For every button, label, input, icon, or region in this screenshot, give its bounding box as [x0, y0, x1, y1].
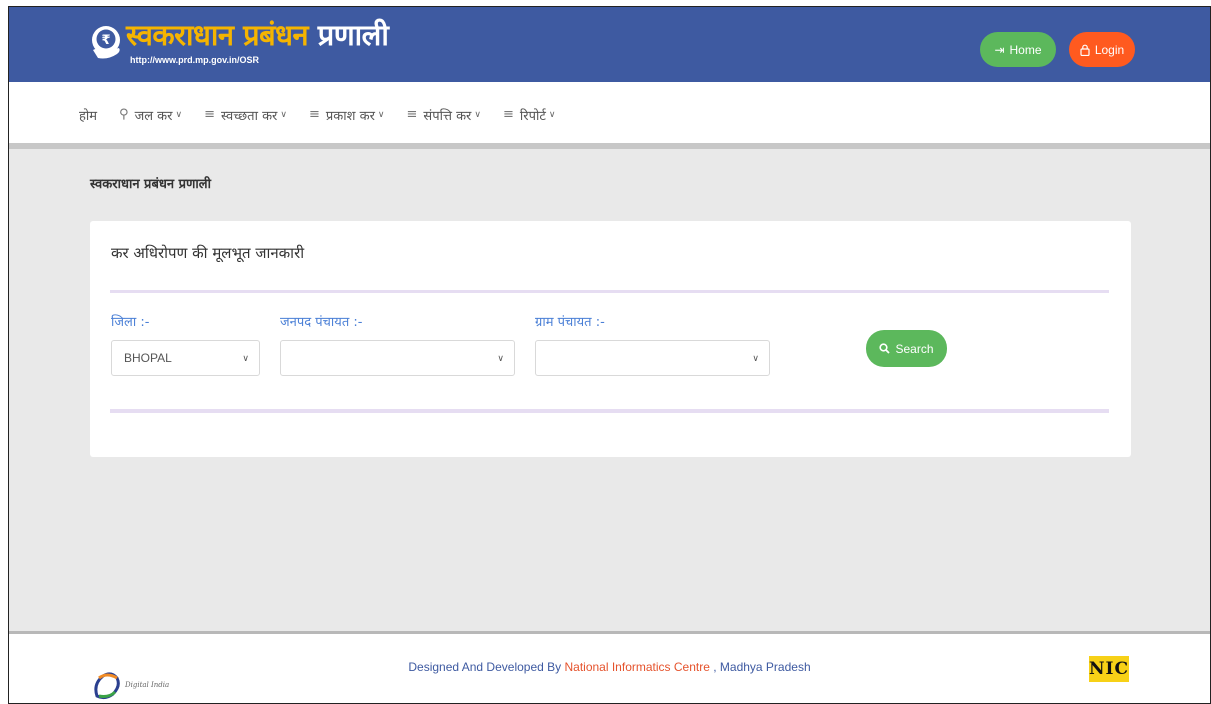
- nav-item-report[interactable]: ≡ रिपोर्ट ∨: [503, 106, 556, 124]
- site-title-part1: स्वकराधान प्रबंधन: [126, 18, 309, 52]
- chevron-down-icon: ∨: [242, 352, 249, 363]
- site-url: http://www.prd.mp.gov.in/OSR: [130, 55, 259, 65]
- footer-credit-prefix: Designed And Developed By: [408, 660, 565, 674]
- sign-in-arrow-icon: ⇥: [994, 42, 1005, 57]
- search-button-label: Search: [895, 341, 934, 356]
- card-divider-bottom: [110, 409, 1109, 413]
- nav-item-light-tax[interactable]: ≡ प्रकाश कर ∨: [309, 106, 385, 124]
- list-icon: ≡: [502, 107, 514, 122]
- chevron-down-icon: ∨: [175, 109, 183, 120]
- nav-item-label: संपत्ति कर: [423, 108, 472, 124]
- gram-select[interactable]: ∨: [535, 340, 770, 376]
- janpad-label: जनपद पंचायत :-: [280, 315, 363, 330]
- home-button-label: Home: [1009, 42, 1042, 57]
- site-title: स्वकराधान प्रबंधन प्रणाली: [126, 15, 389, 54]
- nav-item-label: प्रकाश कर: [325, 108, 375, 124]
- list-icon: ≡: [406, 107, 418, 122]
- district-select[interactable]: BHOPAL ∨: [111, 340, 260, 376]
- chevron-down-icon: ∨: [497, 352, 504, 363]
- list-icon: ≡: [308, 107, 320, 122]
- card-divider-top: [110, 290, 1109, 293]
- page-title: स्वकराधान प्रबंधन प्रणाली: [90, 177, 211, 192]
- svg-text:₹: ₹: [101, 33, 110, 48]
- home-button[interactable]: ⇥ Home: [980, 32, 1056, 67]
- nic-logo: NIC: [1089, 656, 1129, 682]
- chevron-down-icon: ∨: [377, 109, 385, 120]
- nav-item-home[interactable]: होम: [79, 106, 97, 124]
- search-button[interactable]: Search: [866, 330, 947, 367]
- main-nav: होम ⚲ जल कर ∨ ≡ स्वच्छता कर ∨ ≡ प्रकाश क…: [9, 82, 1210, 147]
- nav-item-label: होम: [79, 108, 98, 124]
- chevron-down-icon: ∨: [548, 109, 556, 120]
- chevron-down-icon: ∨: [752, 352, 759, 363]
- login-button-label: Login: [1094, 42, 1125, 57]
- district-label: जिला :-: [111, 315, 150, 330]
- card-title: कर अधिरोपण की मूलभूत जानकारी: [111, 244, 305, 262]
- chevron-down-icon: ∨: [474, 109, 481, 120]
- nav-item-label: रिपोर्ट: [519, 108, 546, 124]
- janpad-select[interactable]: ∨: [280, 340, 515, 376]
- district-select-value: BHOPAL: [124, 351, 172, 365]
- svg-text:Digital India: Digital India: [124, 681, 169, 689]
- site-header: ₹ स्वकराधान प्रबंधन प्रणाली http://www.p…: [9, 7, 1210, 82]
- nav-divider: [9, 143, 1210, 149]
- nav-item-sanitation-tax[interactable]: ≡ स्वच्छता कर ∨: [204, 106, 287, 124]
- chevron-down-icon: ∨: [280, 109, 287, 120]
- tax-info-card: कर अधिरोपण की मूलभूत जानकारी जिला :- BHO…: [90, 221, 1131, 457]
- search-icon: [879, 343, 891, 354]
- browser-frame: ₹ स्वकराधान प्रबंधन प्रणाली http://www.p…: [8, 6, 1211, 704]
- nav-item-label: जल कर: [134, 108, 173, 124]
- site-title-part2: प्रणाली: [317, 18, 389, 52]
- list-icon: ≡: [204, 107, 215, 122]
- rupee-hand-logo-icon: ₹: [92, 26, 120, 59]
- footer-credit: Designed And Developed By National Infor…: [9, 660, 1210, 674]
- digital-india-logo: Digital India: [94, 672, 169, 700]
- user-icon: ⚲: [119, 107, 129, 122]
- nav-item-water-tax[interactable]: ⚲ जल कर ∨: [119, 106, 182, 124]
- site-footer: Digital India Designed And Developed By …: [9, 634, 1210, 703]
- footer-org-link[interactable]: National Informatics Centre: [564, 660, 709, 674]
- lock-icon: [1080, 44, 1090, 56]
- gram-label: ग्राम पंचायत :-: [535, 315, 605, 330]
- nav-item-label: स्वच्छता कर: [220, 108, 278, 124]
- nav-item-property-tax[interactable]: ≡ संपत्ति कर ∨: [407, 106, 481, 124]
- login-button[interactable]: Login: [1069, 32, 1135, 67]
- footer-credit-suffix: , Madhya Pradesh: [709, 660, 811, 674]
